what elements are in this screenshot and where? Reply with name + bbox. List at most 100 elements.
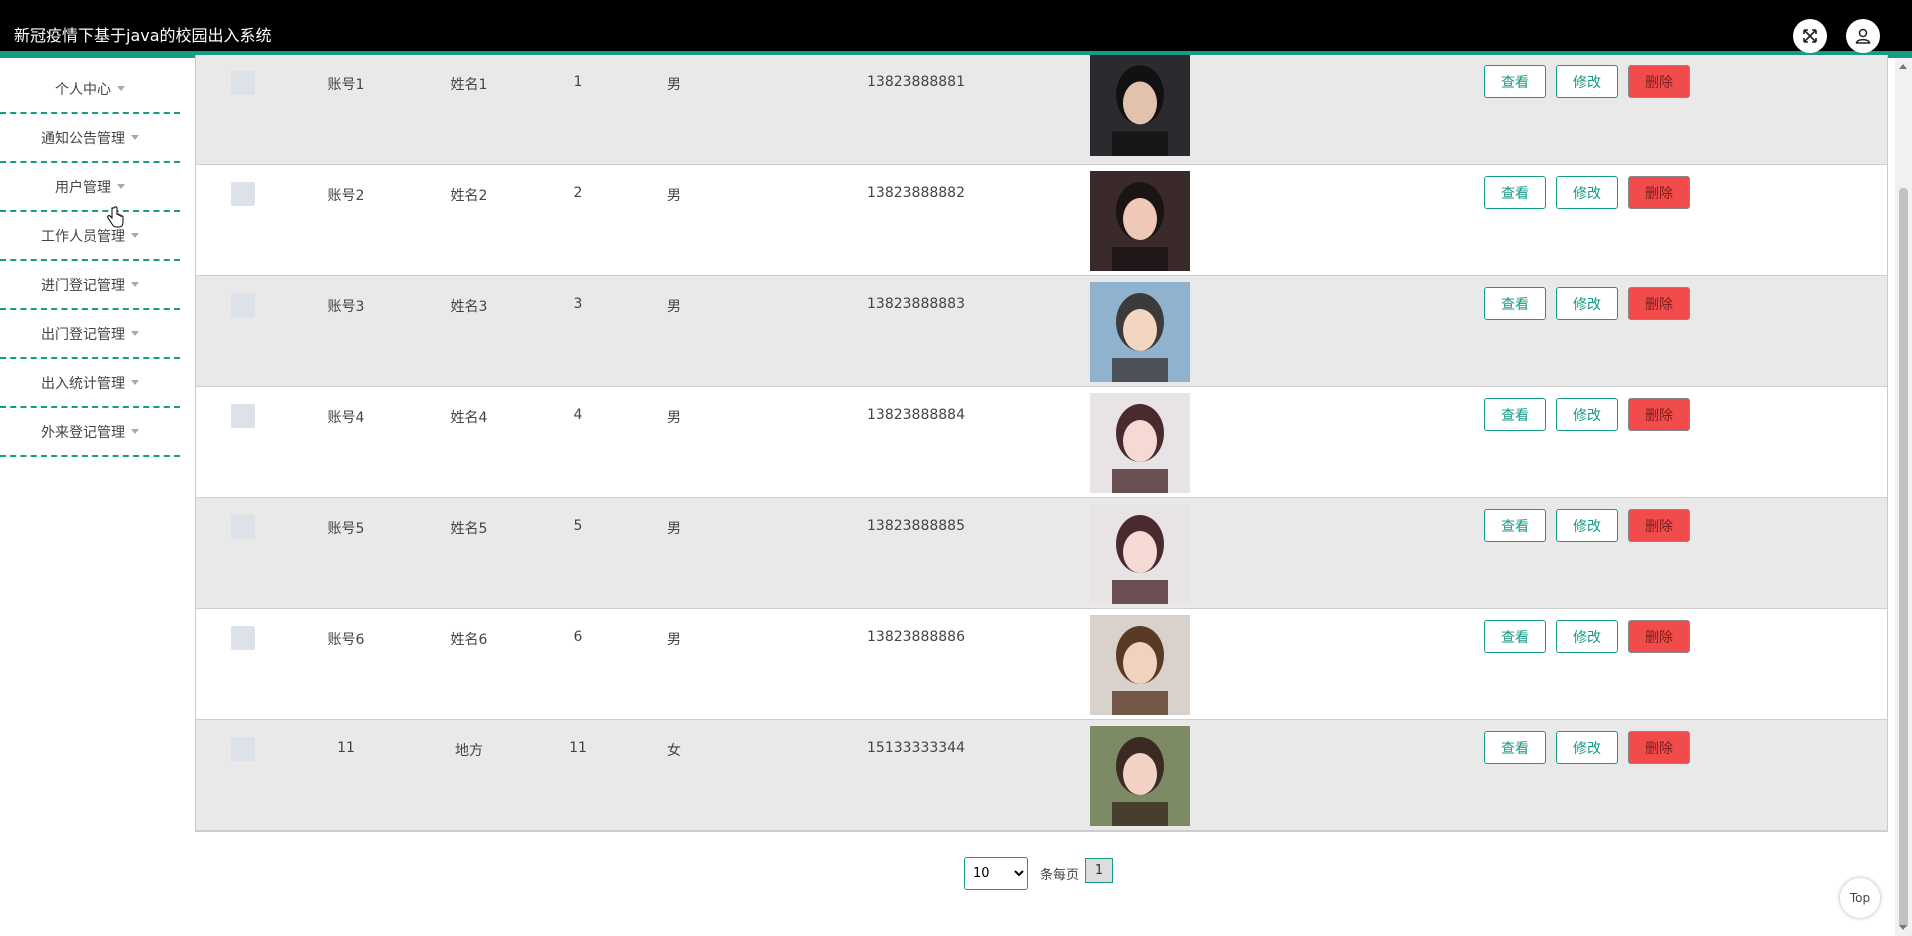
cell-sex: 男: [667, 188, 681, 204]
view-button[interactable]: 查看: [1484, 287, 1546, 320]
delete-button[interactable]: 删除: [1628, 287, 1690, 320]
person-photo-icon: [1090, 504, 1190, 604]
edit-button[interactable]: 修改: [1556, 509, 1618, 542]
row-checkbox[interactable]: [231, 293, 255, 317]
sidebar-item-notice[interactable]: 通知公告管理: [0, 114, 180, 163]
sidebar-menu: 个人中心 通知公告管理 用户管理 工作人员管理 进门登记管理 出门登记管理 出入…: [0, 65, 180, 457]
view-button[interactable]: 查看: [1484, 176, 1546, 209]
caret-down-icon: [131, 429, 139, 434]
edit-button[interactable]: 修改: [1556, 731, 1618, 764]
scroll-up-icon[interactable]: [1899, 64, 1907, 69]
cell-account: 账号6: [327, 632, 365, 648]
cell-phone: 13823888881: [867, 74, 965, 90]
person-photo-icon: [1090, 171, 1190, 271]
view-button[interactable]: 查看: [1484, 731, 1546, 764]
table-row: 账号5 姓名5 5 男 13823888885 查看 修改 删除: [196, 498, 1887, 609]
sidebar-item-visitor-registration[interactable]: 外来登记管理: [0, 408, 180, 457]
sidebar-item-entry-registration[interactable]: 进门登记管理: [0, 261, 180, 310]
cell-phone: 13823888884: [867, 407, 965, 423]
delete-button[interactable]: 删除: [1628, 398, 1690, 431]
caret-down-icon: [131, 380, 139, 385]
photo-female-hand: [1090, 171, 1190, 271]
cell-sex: 男: [667, 521, 681, 537]
delete-button[interactable]: 删除: [1628, 509, 1690, 542]
row-checkbox[interactable]: [231, 404, 255, 428]
edit-button[interactable]: 修改: [1556, 398, 1618, 431]
sidebar-item-users[interactable]: 用户管理: [0, 163, 180, 212]
app-title: 新冠疫情下基于java的校园出入系统: [14, 26, 272, 45]
delete-button[interactable]: 删除: [1628, 65, 1690, 98]
fullscreen-button[interactable]: [1793, 19, 1827, 53]
cell-number: 2: [573, 185, 583, 201]
page-number-button[interactable]: 1: [1085, 858, 1114, 883]
edit-button[interactable]: 修改: [1556, 620, 1618, 653]
sidebar-item-label: 用户管理: [55, 179, 111, 196]
row-checkbox[interactable]: [231, 626, 255, 650]
cell-phone: 13823888886: [867, 629, 965, 645]
sidebar-item-label: 出入统计管理: [41, 375, 125, 392]
caret-down-icon: [117, 184, 125, 189]
sidebar-item-label: 个人中心: [55, 81, 111, 98]
cell-number: 3: [573, 296, 583, 312]
sidebar-item-exit-registration[interactable]: 出门登记管理: [0, 310, 180, 359]
sidebar-item-staff[interactable]: 工作人员管理: [0, 212, 180, 261]
page-size-select[interactable]: 10: [964, 857, 1028, 890]
table-row: 账号6 姓名6 6 男 13823888886 查看 修改 删除: [196, 609, 1887, 720]
pagination: 10 条每页 1: [964, 857, 1114, 890]
user-table: 账号1 姓名1 1 男 13823888881 查看 修改 删除 账号2 姓名2…: [195, 55, 1888, 832]
cell-name: 姓名3: [450, 299, 488, 315]
cell-name: 姓名2: [450, 188, 488, 204]
cell-phone: 13823888885: [867, 518, 965, 534]
hand-cursor-icon: [107, 206, 124, 228]
cell-account: 账号1: [327, 77, 365, 93]
photo-female-long-hair: [1090, 615, 1190, 715]
edit-button[interactable]: 修改: [1556, 176, 1618, 209]
delete-button[interactable]: 删除: [1628, 731, 1690, 764]
cell-name: 地方: [455, 743, 483, 759]
caret-down-icon: [117, 86, 125, 91]
view-button[interactable]: 查看: [1484, 398, 1546, 431]
cell-sex: 男: [667, 77, 681, 93]
cell-sex: 男: [667, 410, 681, 426]
person-photo-icon: [1090, 55, 1190, 156]
cell-sex: 男: [667, 632, 681, 648]
view-button[interactable]: 查看: [1484, 509, 1546, 542]
scroll-thumb[interactable]: [1899, 188, 1908, 928]
table-row: 11 地方 11 女 15133333344 查看 修改 删除: [196, 720, 1887, 831]
expand-icon: [1803, 29, 1817, 43]
edit-button[interactable]: 修改: [1556, 65, 1618, 98]
page-scrollbar[interactable]: [1895, 58, 1912, 936]
edit-button[interactable]: 修改: [1556, 287, 1618, 320]
view-button[interactable]: 查看: [1484, 620, 1546, 653]
delete-button[interactable]: 删除: [1628, 176, 1690, 209]
cell-account: 11: [337, 740, 355, 756]
row-checkbox[interactable]: [231, 515, 255, 539]
cell-number: 4: [573, 407, 583, 423]
delete-button[interactable]: 删除: [1628, 620, 1690, 653]
cell-sex: 女: [667, 743, 681, 759]
table-row: 账号4 姓名4 4 男 13823888884 查看 修改 删除: [196, 387, 1887, 498]
photo-female-outdoor: [1090, 726, 1190, 826]
scroll-down-icon[interactable]: [1899, 925, 1907, 930]
view-button[interactable]: 查看: [1484, 65, 1546, 98]
cell-name: 姓名4: [450, 410, 488, 426]
cell-phone: 15133333344: [867, 740, 965, 756]
sidebar-item-personal-center[interactable]: 个人中心: [0, 65, 180, 114]
user-button[interactable]: [1846, 19, 1880, 53]
photo-female-lying: [1090, 504, 1190, 604]
row-checkbox[interactable]: [231, 737, 255, 761]
row-checkbox[interactable]: [231, 182, 255, 206]
table-row: 账号3 姓名3 3 男 13823888883 查看 修改 删除: [196, 276, 1887, 387]
sidebar-item-label: 工作人员管理: [41, 228, 125, 245]
sidebar-item-label: 进门登记管理: [41, 277, 125, 294]
cell-number: 11: [569, 740, 587, 756]
cell-account: 账号4: [327, 410, 365, 426]
row-checkbox[interactable]: [231, 71, 255, 95]
caret-down-icon: [131, 233, 139, 238]
cell-number: 1: [573, 74, 583, 90]
cell-name: 姓名6: [450, 632, 488, 648]
person-photo-icon: [1090, 615, 1190, 715]
sidebar-item-statistics[interactable]: 出入统计管理: [0, 359, 180, 408]
cell-number: 6: [573, 629, 583, 645]
back-to-top-button[interactable]: Top: [1839, 877, 1881, 919]
